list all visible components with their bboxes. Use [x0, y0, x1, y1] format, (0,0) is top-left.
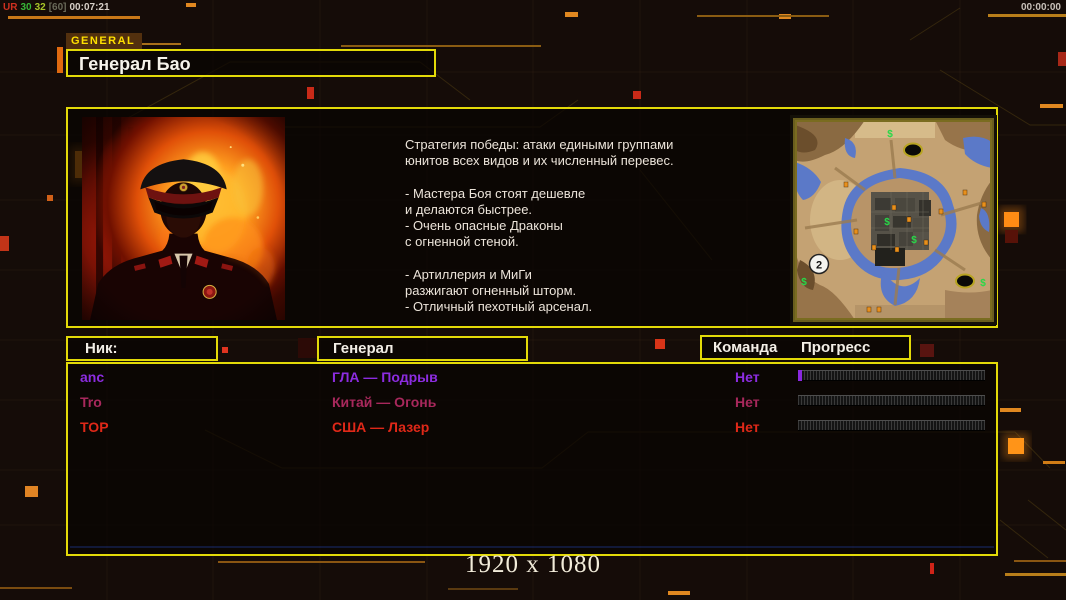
- strategy-description: Стратегия победы: атаки едиными группами…: [405, 137, 674, 315]
- progress-bar: [798, 395, 985, 406]
- page-title: Генерал Бао: [79, 54, 191, 74]
- header-nick: Ник:: [66, 336, 218, 361]
- player-nick: anc: [80, 369, 105, 385]
- divider-line: [70, 546, 994, 548]
- general-info-panel: Стратегия победы: атаки едиными группами…: [66, 107, 998, 328]
- header-team-label: Команда: [713, 339, 778, 356]
- debug-label: UR: [3, 2, 18, 13]
- player-team: Нет: [735, 394, 760, 410]
- progress-fill: [798, 370, 802, 381]
- header-nick-label: Ник:: [85, 340, 118, 357]
- progress-bar: [798, 420, 985, 431]
- svg-text:$: $: [887, 129, 893, 140]
- general-portrait: [82, 117, 285, 320]
- debug-bracket: [60]: [48, 2, 67, 13]
- player-general: ГЛА — Подрыв: [332, 369, 438, 385]
- debug-fps: 30: [20, 2, 32, 13]
- player-row: TOP США — Лазер Нет: [68, 416, 996, 441]
- debug-fps-counter: UR 30 32 [60] 00:07:21: [3, 2, 113, 13]
- player-team: Нет: [735, 369, 760, 385]
- player-team: Нет: [735, 419, 760, 435]
- loading-screen: UR 30 32 [60] 00:07:21 00:00:00 GENERAL Гене…: [0, 0, 1066, 600]
- map-preview: 2 $ $ $ $ $: [790, 115, 997, 325]
- game-clock: 00:00:00: [1020, 2, 1061, 13]
- player-nick: Tro: [80, 394, 102, 410]
- general-title-box: Генерал Бао: [66, 49, 436, 77]
- player-row: anc ГЛА — Подрыв Нет: [68, 366, 996, 391]
- player-row: Tro Китай — Огонь Нет: [68, 391, 996, 416]
- svg-text:$: $: [801, 277, 807, 288]
- player-nick: TOP: [80, 419, 109, 435]
- debug-session-time: 00:07:21: [69, 2, 110, 13]
- resolution-label: 1920 x 1080: [465, 551, 601, 578]
- header-general-label: Генерал: [333, 340, 394, 357]
- start-marker-number: 2: [816, 260, 822, 272]
- header-team-progress: Команда Прогресс: [700, 335, 911, 360]
- header-general: Генерал: [317, 336, 528, 361]
- svg-text:$: $: [911, 235, 917, 246]
- progress-bar: [798, 370, 985, 381]
- player-general: США — Лазер: [332, 419, 430, 435]
- player-general: Китай — Огонь: [332, 394, 437, 410]
- player-list-panel: anc ГЛА — Подрыв Нет Tro Китай — Огонь Н…: [66, 362, 998, 556]
- svg-text:$: $: [980, 278, 986, 289]
- svg-text:$: $: [884, 217, 890, 228]
- debug-value: 32: [34, 2, 46, 13]
- header-progress-label: Прогресс: [801, 339, 871, 356]
